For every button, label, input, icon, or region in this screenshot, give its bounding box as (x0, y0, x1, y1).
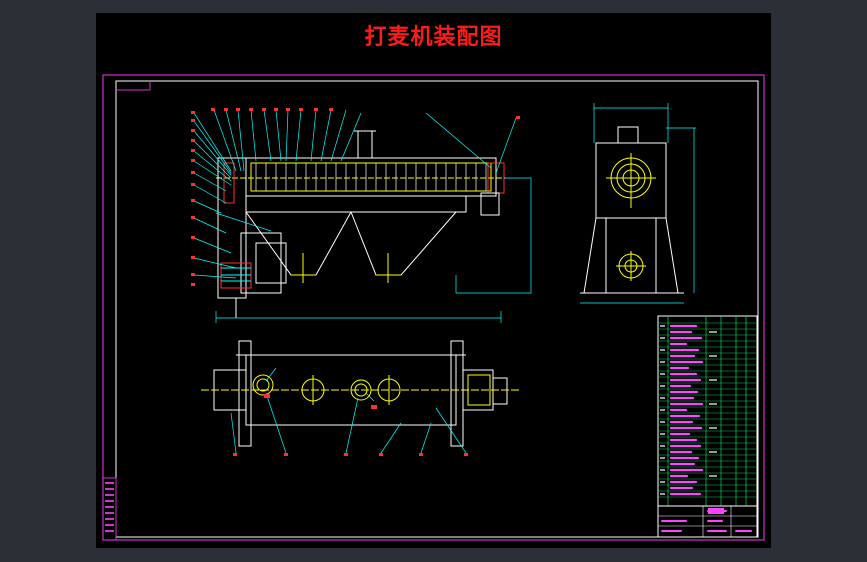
discharge-hopper-2 (350, 211, 457, 276)
corner-mark (116, 81, 151, 91)
inlet-hopper (357, 130, 373, 159)
title-block (657, 505, 758, 538)
leader-lines-front (193, 109, 532, 323)
cad-drawing (102, 74, 765, 541)
inner-frame (115, 80, 759, 538)
top-view (201, 340, 521, 447)
front-view (216, 130, 506, 318)
parts-list (657, 315, 758, 507)
beater-teeth (255, 163, 487, 191)
side-view (580, 126, 684, 294)
side-strip (102, 477, 117, 541)
parts-list-text-strokes (669, 324, 704, 496)
leader-lines-top (230, 367, 467, 454)
drawing-canvas[interactable]: 打麦机装配图 (96, 13, 771, 548)
